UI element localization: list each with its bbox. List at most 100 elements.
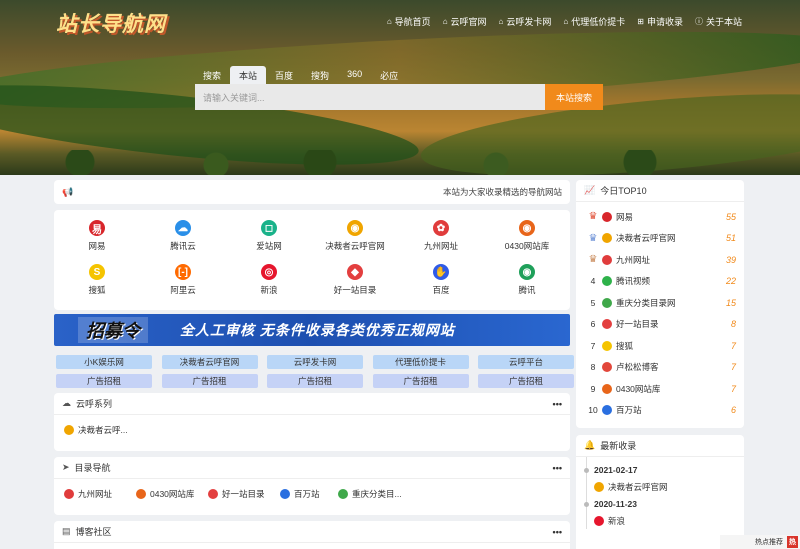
more-icon[interactable]: •••	[553, 527, 562, 537]
rank-site: 好一站目录	[602, 318, 731, 330]
rank-count: 8	[730, 319, 736, 330]
plus-square-icon: ⊞	[637, 17, 644, 26]
partner-chip[interactable]: 云呼发卡网	[267, 355, 363, 369]
site-logo-icon: ◉	[519, 264, 535, 280]
partner-chip[interactable]: 决裁者云呼官网	[161, 355, 258, 369]
hot-site-item[interactable]: ☁ 腾讯云	[140, 220, 226, 252]
top10-row[interactable]: 10 百万站 6	[576, 400, 744, 422]
top10-row[interactable]: 4 腾讯视频 22	[576, 271, 744, 293]
home-icon: ⌂	[563, 17, 569, 26]
rank-count: 7	[730, 383, 736, 394]
site-favicon-icon	[338, 489, 348, 499]
search-tab[interactable]: 搜索	[194, 66, 230, 84]
partner-chip[interactable]: 云呼平台	[478, 355, 574, 369]
ad-slot-chip[interactable]: 广告招租	[372, 374, 469, 388]
hot-site-item[interactable]: ◉ 0430网站库	[484, 220, 570, 252]
latest-date: 2020-11-23	[584, 495, 744, 513]
hot-site-item[interactable]: [-] 阿里云	[140, 264, 226, 296]
top10-row[interactable]: 5 重庆分类目录网 15	[576, 292, 744, 314]
nav-link-4[interactable]: ⊞ 申请收录	[637, 15, 683, 28]
hot-site-name: 阿里云	[170, 285, 196, 295]
nav-link-1[interactable]: ⌂ 云呼官网	[443, 15, 487, 28]
latest-entry[interactable]: 决裁者云呼官网	[594, 479, 744, 495]
site-link[interactable]: 九州网址	[64, 488, 136, 500]
site-favicon-icon	[602, 254, 612, 265]
rank-count: 7	[730, 362, 736, 373]
hot-site-item[interactable]: ✋ 百度	[398, 264, 484, 296]
hot-sites-grid: 易网易 ☁ 腾讯云 ◻ 爱站网 ◉ 决裁者云呼官网 ✿ 九州网址 ◉ 0430网站库 S 搜狐 [-] 阿里…	[54, 210, 570, 310]
notice-bar: 📢 本站为大家收录精选的导航网站	[54, 180, 570, 204]
section-header: ▤ 博客社区 •••	[54, 521, 570, 543]
send-icon: ➤	[62, 462, 70, 472]
hot-site-item[interactable]: ◻ 爱站网	[226, 220, 312, 252]
partner-chip[interactable]: 代理低价提卡	[372, 355, 469, 369]
ad-slot-chip[interactable]: 广告招租	[267, 374, 363, 388]
hot-site-item[interactable]: ◎ 新浪	[226, 264, 312, 296]
partner-chip[interactable]: 小K娱乐网	[56, 355, 152, 369]
rank-site-name: 腾讯视频	[616, 276, 651, 287]
site-link[interactable]: 百万站	[280, 488, 338, 500]
latest-date: 2021-02-17	[584, 461, 744, 479]
search-input[interactable]: 请输入关键词...	[195, 84, 545, 110]
home-icon: ⌂	[442, 17, 448, 26]
top10-row[interactable]: ♛ 决裁者云呼官网 51	[576, 228, 744, 250]
recruit-banner[interactable]: 招募令 全人工审核 无条件收录各类优秀正规网站	[54, 314, 570, 346]
hot-site-name: 九州网址	[423, 241, 458, 251]
footer-label: 热点推荐	[755, 539, 783, 546]
top10-row[interactable]: 6 好一站目录 8	[576, 314, 744, 336]
rank-site-name: 重庆分类目录网	[616, 297, 676, 308]
search-button[interactable]: 本站搜索	[545, 84, 603, 110]
rank-site-name: 0430网站库	[616, 383, 661, 394]
site-favicon-icon	[594, 482, 604, 492]
search-tab[interactable]: 百度	[266, 66, 302, 84]
hot-site-item[interactable]: ◆ 好一站目录	[312, 264, 398, 296]
nav-link-0[interactable]: ⌂ 导航首页	[387, 15, 431, 28]
hot-site-item[interactable]: ✿ 九州网址	[398, 220, 484, 252]
hot-site-name: 决裁者云呼官网	[325, 241, 385, 251]
hot-site-item[interactable]: ◉ 决裁者云呼官网	[312, 220, 398, 252]
more-icon[interactable]: •••	[553, 463, 562, 473]
hot-site-item[interactable]: ◉ 腾讯	[484, 264, 570, 296]
top10-title: 今日TOP10	[600, 186, 647, 196]
site-logo[interactable]: 站长导航网	[56, 8, 166, 38]
top10-row[interactable]: ♛ 九州网址 39	[576, 249, 744, 271]
top10-row[interactable]: 9 0430网站库 7	[576, 378, 744, 400]
search-tab[interactable]: 本站	[230, 66, 267, 84]
site-logo-icon: ◻	[261, 220, 277, 236]
more-icon[interactable]: •••	[553, 399, 562, 409]
hot-site-item[interactable]: 易网易	[54, 220, 140, 252]
site-link[interactable]: 重庆分类目...	[338, 488, 410, 500]
nav-link-3[interactable]: ⌂ 代理低价提卡	[563, 15, 625, 28]
site-favicon-icon	[602, 211, 612, 222]
nav-link-label: 云呼发卡网	[506, 17, 552, 27]
search-tab[interactable]: 360	[338, 66, 371, 84]
doc-icon: ▤	[62, 526, 71, 536]
search-tab[interactable]: 必应	[371, 66, 407, 84]
ad-slot-chip[interactable]: 广告招租	[161, 374, 258, 388]
nav-link-label: 关于本站	[705, 17, 742, 27]
site-link[interactable]: 0430网站库	[136, 488, 208, 500]
site-link[interactable]: 好一站目录	[208, 488, 280, 500]
rank-site: 0430网站库	[602, 383, 731, 395]
hot-site-name: 腾讯	[518, 285, 536, 295]
section-yunhu: ☁ 云呼系列 ••• 决裁者云呼...	[54, 393, 570, 451]
rank-count: 51	[725, 233, 736, 244]
rank-number: 8	[590, 362, 596, 373]
ad-slot-chip[interactable]: 广告招租	[478, 374, 574, 388]
site-link[interactable]: 决裁者云呼...	[64, 424, 136, 436]
site-logo-icon: ✿	[433, 220, 449, 236]
ad-slot-chip[interactable]: 广告招租	[56, 374, 152, 388]
footer-hot-bar[interactable]: 热点推荐 热	[720, 535, 800, 549]
top10-row[interactable]: ♛ 网易 55	[576, 206, 744, 228]
latest-entry[interactable]: 新浪	[594, 513, 744, 529]
latest-entry-name: 新浪	[608, 516, 626, 526]
nav-link-2[interactable]: ⌂ 云呼发卡网	[499, 15, 552, 28]
nav-link-label: 导航首页	[394, 17, 431, 27]
search-tab[interactable]: 搜狗	[302, 66, 338, 84]
search-tabs: 搜索 本站 百度 搜狗 360 必应	[194, 66, 407, 84]
top10-row[interactable]: 8 卢松松博客 7	[576, 357, 744, 379]
site-favicon-icon	[64, 489, 74, 499]
top10-row[interactable]: 7 搜狐 7	[576, 335, 744, 357]
hot-site-item[interactable]: S 搜狐	[54, 264, 140, 296]
nav-link-5[interactable]: ⓘ 关于本站	[695, 15, 742, 28]
